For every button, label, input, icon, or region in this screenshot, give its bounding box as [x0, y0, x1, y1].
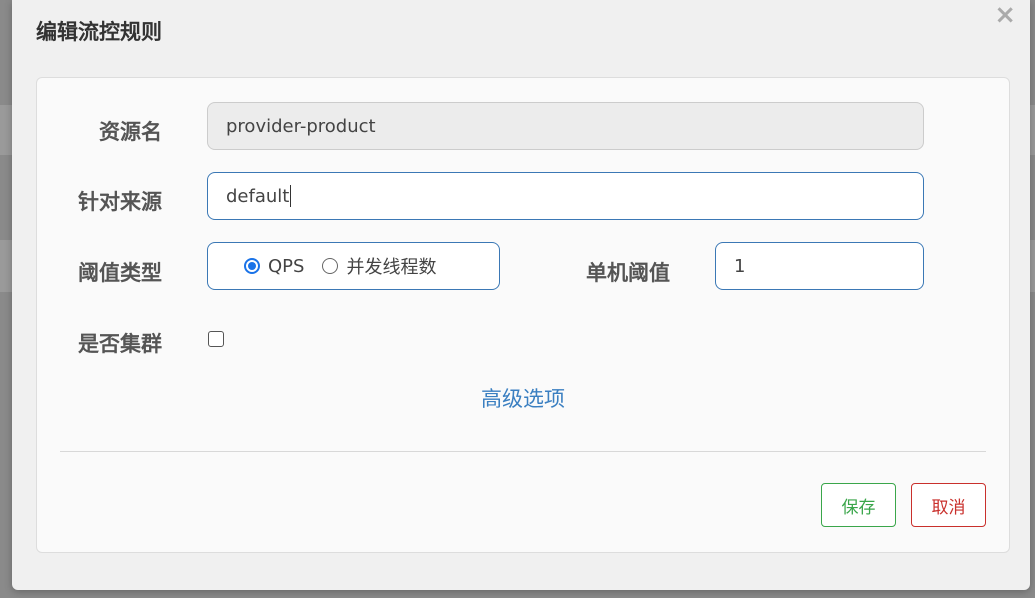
radio-thread-label[interactable]: 并发线程数 [346, 253, 436, 279]
limit-app-input[interactable]: default [207, 172, 924, 220]
radio-qps[interactable] [244, 258, 260, 274]
threshold-type-label: 阈值类型 [78, 261, 162, 285]
dialog-title: 编辑流控规则 [36, 20, 162, 44]
divider [60, 451, 986, 452]
close-icon[interactable]: × [994, 2, 1016, 28]
text-caret [290, 185, 292, 207]
edit-flow-rule-dialog: 编辑流控规则 × 资源名 provider-product 针对来源 defau… [12, 0, 1030, 590]
cancel-button[interactable]: 取消 [911, 483, 986, 527]
save-button[interactable]: 保存 [821, 483, 896, 527]
radio-thread[interactable] [322, 258, 339, 274]
threshold-type-radio-group: QPS 并发线程数 [207, 242, 500, 290]
cluster-mode-checkbox[interactable] [208, 331, 224, 347]
limit-app-value: default [226, 185, 290, 207]
single-threshold-label: 单机阈值 [586, 261, 670, 285]
limit-app-label: 针对来源 [78, 190, 162, 214]
resource-name-input[interactable]: provider-product [207, 102, 924, 150]
single-threshold-value: 1 [734, 255, 746, 277]
form-panel: 资源名 provider-product 针对来源 default 阈值类型 Q… [36, 77, 1010, 553]
advanced-options-link[interactable]: 高级选项 [37, 383, 1009, 413]
resource-name-value: provider-product [226, 115, 376, 137]
single-threshold-input[interactable]: 1 [715, 242, 924, 290]
cluster-mode-label: 是否集群 [78, 332, 162, 356]
resource-name-label: 资源名 [99, 120, 162, 144]
radio-qps-label[interactable]: QPS [268, 256, 304, 277]
